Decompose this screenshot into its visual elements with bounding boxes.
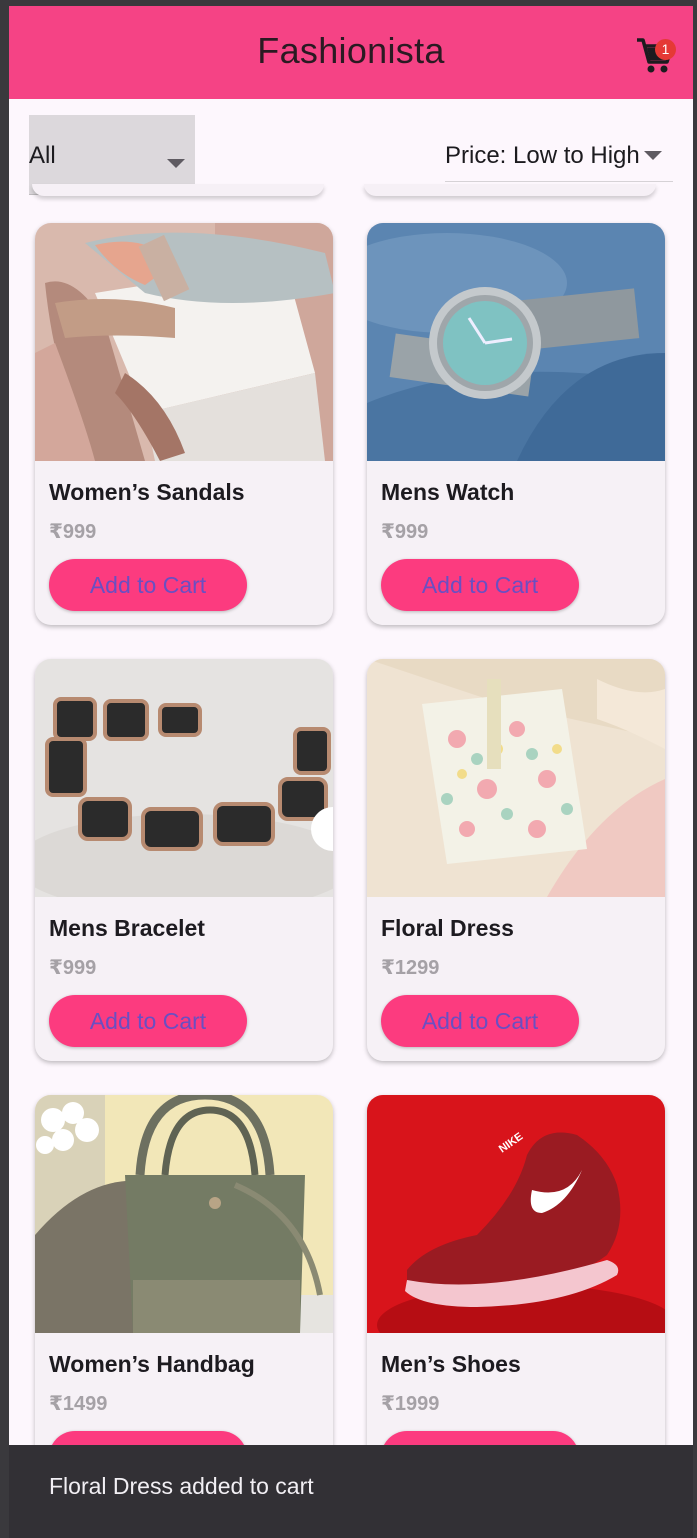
card-edge-left [32,184,324,196]
product-image-sandals [35,223,333,461]
product-image-watch [367,223,665,461]
product-name: Mens Watch [381,479,515,505]
product-name: Women’s Handbag [49,1351,255,1377]
product-name: Mens Bracelet [49,915,205,941]
product-price: ₹1299 [381,957,440,979]
product-image-shoes: NIKE [367,1095,665,1333]
category-dropdown[interactable]: All [29,115,195,195]
product-list-screen: Fashionista 1 All Price: Low to High Wom… [9,6,693,1445]
app-title: Fashionista [257,30,445,71]
add-to-cart-button[interactable]: Add to Cart [49,1431,247,1445]
product-price: ₹1499 [49,1393,108,1415]
add-to-cart-button[interactable]: Add to Cart [49,559,247,611]
product-card-floral-dress[interactable]: Floral Dress ₹1299 Add to Cart [367,659,665,1061]
product-name: Women’s Sandals [49,479,245,505]
product-price: ₹999 [381,521,429,543]
add-to-cart-button[interactable]: Add to Cart [49,995,247,1047]
card-edge-right [364,184,656,196]
product-card-mens-shoes[interactable]: NIKE Men’s Shoes ₹1999 Add to Cart [367,1095,665,1445]
product-image-floral-dress [367,659,665,897]
product-card-womens-handbag[interactable]: Women’s Handbag ₹1499 Add to Cart [35,1095,333,1445]
sort-selected-value: Price: Low to High [445,142,640,169]
app-bar: Fashionista 1 [9,6,693,99]
product-name: Floral Dress [381,915,514,941]
add-to-cart-button[interactable]: Add to Cart [381,559,579,611]
product-name: Men’s Shoes [381,1351,521,1377]
product-price: ₹1999 [381,1393,440,1415]
arrow-drop-down-icon [644,151,662,160]
category-selected-value: All [29,142,56,169]
snackbar-message: Floral Dress added to cart [49,1473,314,1499]
cart-count-badge: 1 [655,39,676,60]
snackbar: Floral Dress added to cart [9,1445,693,1538]
arrow-drop-down-icon [167,159,185,168]
product-card-mens-watch[interactable]: Mens Watch ₹999 Add to Cart [367,223,665,625]
sort-dropdown[interactable]: Price: Low to High [445,126,673,182]
add-to-cart-button[interactable]: Add to Cart [381,995,579,1047]
product-price: ₹999 [49,521,97,543]
product-card-womens-sandals[interactable]: Women’s Sandals ₹999 Add to Cart [35,223,333,625]
add-to-cart-button[interactable]: Add to Cart [381,1431,579,1445]
product-image-handbag [35,1095,333,1333]
product-price: ₹999 [49,957,97,979]
product-image-bracelet [35,659,333,897]
product-card-mens-bracelet[interactable]: Mens Bracelet ₹999 Add to Cart [35,659,333,1061]
